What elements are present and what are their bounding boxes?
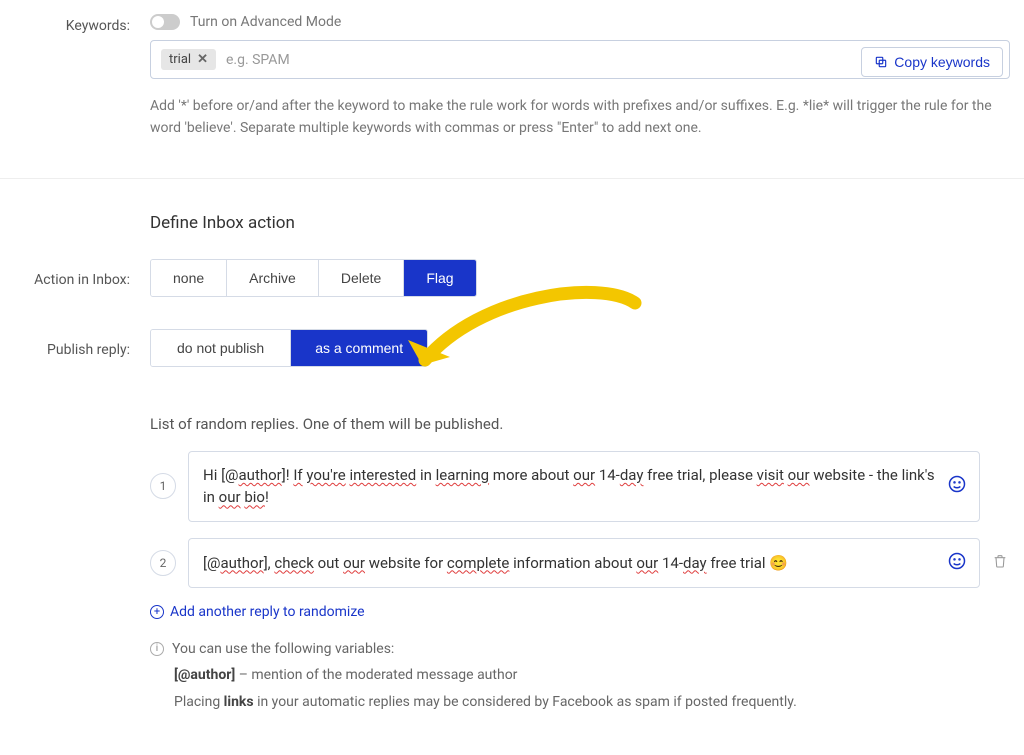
publish-reply-segment: do not publish as a comment: [150, 329, 428, 367]
reply-input[interactable]: Hi [@author]! If you're interested in le…: [188, 451, 980, 522]
inbox-action-none[interactable]: none: [151, 260, 227, 296]
copy-keywords-button[interactable]: Copy keywords: [861, 47, 1003, 77]
reply-text: Hi [@author]! If you're interested in le…: [203, 464, 935, 509]
inbox-action-archive[interactable]: Archive: [227, 260, 319, 296]
annotation-arrow-icon: [390, 285, 650, 405]
copy-keywords-label: Copy keywords: [894, 54, 990, 70]
emoji-picker-icon[interactable]: [947, 551, 967, 575]
reply-input[interactable]: [@author], check out our website for com…: [188, 538, 980, 588]
info-icon: i: [150, 642, 164, 656]
links-warning-rest: in your automatic replies may be conside…: [254, 694, 797, 710]
author-variable-desc: – mention of the moderated message autho…: [235, 667, 517, 683]
keywords-input[interactable]: trial ✕ e.g. SPAM Copy keywords: [150, 40, 1010, 79]
reply-row: 1 Hi [@author]! If you're interested in …: [150, 451, 1010, 522]
inbox-action-flag[interactable]: Flag: [404, 260, 475, 296]
author-variable: [@author]: [174, 667, 235, 683]
remove-keyword-icon[interactable]: ✕: [197, 53, 208, 66]
reply-text: [@author], check out our website for com…: [203, 552, 788, 575]
keyword-chip: trial ✕: [161, 49, 216, 70]
emoji-picker-icon[interactable]: [947, 474, 967, 498]
inbox-action-segment: none Archive Delete Flag: [150, 259, 477, 297]
add-reply-link[interactable]: + Add another reply to randomize: [150, 604, 1010, 620]
publish-reply-comment[interactable]: as a comment: [291, 330, 427, 366]
keywords-help-text: Add '*' before or/and after the keyword …: [150, 95, 1010, 140]
copy-icon: [874, 55, 888, 69]
reply-number: 2: [150, 550, 176, 576]
section-divider: [0, 178, 1024, 179]
variables-info: i You can use the following variables: […: [150, 636, 1010, 716]
add-reply-label: Add another reply to randomize: [170, 604, 365, 620]
publish-reply-no[interactable]: do not publish: [151, 330, 291, 366]
delete-reply-icon[interactable]: [992, 552, 1010, 574]
keywords-placeholder: e.g. SPAM: [226, 52, 290, 68]
links-warning-prefix: Placing: [174, 694, 224, 710]
inbox-action-delete[interactable]: Delete: [319, 260, 404, 296]
inbox-action-title: Define Inbox action: [150, 213, 1010, 233]
plus-icon: +: [150, 605, 164, 619]
keyword-chip-label: trial: [169, 52, 191, 67]
replies-list-label: List of random replies. One of them will…: [150, 415, 1010, 433]
links-bold: links: [224, 694, 254, 710]
reply-row: 2 [@author], check out our website for c…: [150, 538, 1010, 588]
publish-reply-label: Publish reply:: [0, 338, 150, 358]
advanced-mode-toggle[interactable]: [150, 14, 180, 30]
advanced-mode-toggle-label: Turn on Advanced Mode: [190, 14, 341, 30]
action-in-inbox-label: Action in Inbox:: [0, 268, 150, 288]
variables-info-head: You can use the following variables:: [172, 636, 394, 663]
keywords-label: Keywords:: [0, 14, 150, 34]
reply-number: 1: [150, 473, 176, 499]
